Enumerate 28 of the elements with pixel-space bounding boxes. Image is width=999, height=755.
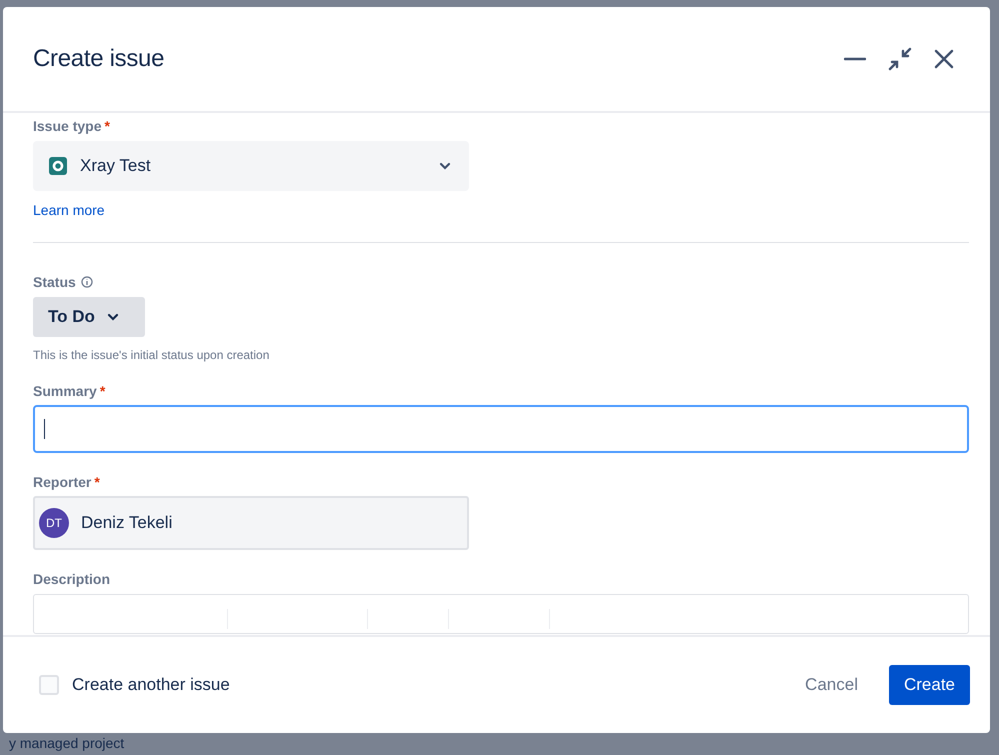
- dialog-title: Create issue: [33, 45, 164, 73]
- issue-type-icon: [49, 157, 67, 175]
- field-label: Status: [33, 273, 76, 291]
- collapse-arrows-icon[interactable]: [888, 47, 912, 71]
- checkbox-label: Create another issue: [72, 675, 230, 695]
- field-label: Issue type: [33, 118, 102, 134]
- close-icon[interactable]: [934, 49, 954, 69]
- avatar: DT: [39, 508, 69, 538]
- required-mark: *: [100, 383, 106, 399]
- info-icon: [80, 276, 93, 288]
- field-label: Reporter: [33, 474, 92, 490]
- create-button[interactable]: Create: [888, 665, 970, 705]
- reporter-field[interactable]: DT Deniz Tekeli: [33, 496, 469, 550]
- chevron-down-icon: [439, 162, 451, 170]
- minimize-icon[interactable]: [844, 56, 866, 62]
- status-dropdown[interactable]: To Do: [33, 297, 145, 337]
- checkbox[interactable]: [39, 675, 59, 695]
- field-label: Description: [33, 570, 110, 588]
- learn-more-link[interactable]: Learn more: [33, 202, 105, 218]
- help-text: This is the issue's initial status upon creation: [33, 348, 270, 362]
- field-label: Summary: [33, 383, 97, 399]
- cancel-button[interactable]: Cancel: [790, 665, 873, 705]
- background-text: y managed project: [8, 735, 126, 752]
- summary-field[interactable]: [33, 405, 969, 453]
- chevron-down-icon: [106, 313, 119, 321]
- required-mark: *: [104, 118, 110, 134]
- issue-type-select[interactable]: Xray Test: [33, 141, 469, 191]
- required-mark: *: [94, 474, 100, 490]
